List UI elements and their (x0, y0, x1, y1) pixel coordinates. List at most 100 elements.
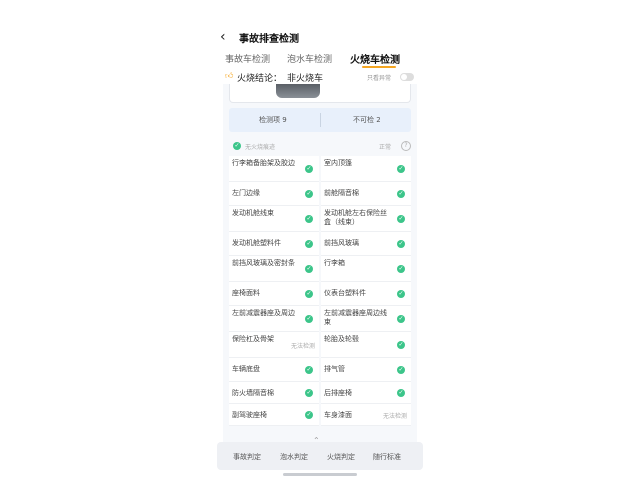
inspection-item[interactable]: 行李箱备胎架及胶边 ✓ (229, 156, 319, 182)
inspection-item[interactable]: 左门边缘 ✓ (229, 182, 319, 206)
verdict-row: 👍︎ 火烧结论： 非火烧车 只看异常 (217, 70, 423, 84)
inspection-item[interactable]: 左前减震器座及周边 ✓ (229, 306, 319, 332)
check-circle-icon: ✓ (305, 365, 313, 374)
status-note: 无法检测 (382, 413, 407, 420)
inspection-item-label: 发动机舱左右保险丝盒（线束） (324, 209, 387, 226)
section-title: 无火烧痕迹 (245, 144, 276, 151)
inspection-item-label: 后排座椅 (324, 389, 352, 397)
inspection-item[interactable]: 室内顶篷 ✓ (321, 156, 411, 182)
inspection-item[interactable]: 行李箱 ✓ (321, 256, 411, 282)
home-indicator (283, 473, 357, 476)
check-circle-icon: ✓ (397, 388, 405, 397)
inspection-item[interactable]: 仪表台塑料件 ✓ (321, 282, 411, 306)
check-circle-icon: ✓ (397, 365, 405, 374)
inspection-item-label: 保险杠及骨架 (232, 335, 274, 343)
summary-divider (320, 113, 321, 127)
inspection-item-label: 前挡风玻璃及密封条 (232, 259, 295, 267)
toggle-knob (401, 74, 407, 80)
summary-bar: 检测项 9 不可检 2 (229, 108, 411, 132)
content-scroll[interactable]: 检测项 9 不可检 2 ✓ 无火烧痕迹 正常 ? 行李箱备胎架及胶边 ✓ 室内顶篷 ✓… (223, 84, 417, 459)
page-title: 事故排查检测 (239, 34, 299, 45)
section-status: 正常 (379, 144, 392, 151)
inspection-item-label: 排气管 (324, 365, 345, 373)
inspection-item[interactable]: 防火墙隔音棉 ✓ (229, 382, 319, 404)
chevron-left-icon[interactable]: ‹ (220, 30, 234, 44)
inspection-item[interactable]: 车身漆面 无法检测 (321, 404, 411, 426)
inspection-item-label: 发动机舱塑料件 (232, 239, 281, 247)
inspection-item-label: 发动机舱线束 (232, 209, 274, 217)
inspection-item[interactable]: 发动机舱塑料件 ✓ (229, 232, 319, 256)
verdict-label: 火烧结论： (237, 74, 283, 84)
inspection-item[interactable]: 发动机舱线束 ✓ (229, 206, 319, 232)
check-circle-icon: ✓ (397, 189, 405, 198)
bottom-tab-accident[interactable]: 事故判定 (233, 452, 261, 462)
abnormal-only-toggle[interactable] (400, 73, 414, 81)
inspection-item[interactable]: 车辆底盘 ✓ (229, 358, 319, 382)
inspection-item-label: 左前减震器座及周边 (232, 309, 295, 317)
inspection-item-label: 车身漆面 (324, 411, 352, 419)
inspection-item-label: 车辆底盘 (232, 365, 260, 373)
inspection-item[interactable]: 前挡风玻璃及密封条 ✓ (229, 256, 319, 282)
tab-accident[interactable]: 事故车检测 (225, 52, 270, 65)
bottom-tab-bar: 事故判定 泡水判定 火烧判定 随行标准 (217, 442, 423, 470)
check-circle-icon: ✓ (305, 314, 313, 323)
inspection-item[interactable]: 前挡风玻璃 ✓ (321, 232, 411, 256)
verdict-value: 非火烧车 (287, 74, 324, 84)
section-header: ✓ 无火烧痕迹 正常 ? (229, 138, 411, 154)
car-photo[interactable] (276, 84, 320, 98)
inspection-item[interactable]: 左前减震器座周边线束 ✓ (321, 306, 411, 332)
inspection-item[interactable]: 座椅面料 ✓ (229, 282, 319, 306)
check-circle-icon: ✓ (305, 189, 313, 198)
inspection-item[interactable]: 发动机舱左右保险丝盒（线束） ✓ (321, 206, 411, 232)
app-screen: ‹ 事故排查检测 事故车检测 泡水车检测 火烧车检测 👍︎ 火烧结论： 非火烧车… (217, 22, 423, 478)
inspection-item-label: 座椅面料 (232, 289, 260, 297)
inspection-item-label: 行李箱备胎架及胶边 (232, 159, 295, 167)
summary-normal[interactable]: 检测项 9 (259, 115, 287, 125)
check-circle-icon: ✓ (305, 388, 313, 397)
toggle-label: 只看异常 (367, 75, 392, 82)
check-circle-icon: ✓ (397, 289, 405, 298)
inspection-item-label: 行李箱 (324, 259, 345, 267)
help-icon[interactable]: ? (401, 141, 411, 151)
summary-abnormal[interactable]: 不可检 2 (353, 115, 381, 125)
inspection-item-label: 副驾驶座椅 (232, 411, 267, 419)
check-circle-icon: ✓ (305, 264, 313, 273)
check-circle-icon: ✓ (397, 164, 405, 173)
check-circle-icon: ✓ (305, 214, 313, 223)
check-circle-icon: ✓ (305, 239, 313, 248)
tab-flood[interactable]: 泡水车检测 (287, 52, 332, 65)
active-tab-indicator (362, 66, 396, 68)
car-photo-frame (229, 84, 411, 103)
bottom-tab-flood[interactable]: 泡水判定 (280, 452, 308, 462)
inspection-item-label: 前舱隔音棉 (324, 189, 359, 197)
status-note: 无法检测 (290, 343, 315, 350)
inspection-item-label: 左门边缘 (232, 189, 260, 197)
inspection-item[interactable]: 前舱隔音棉 ✓ (321, 182, 411, 206)
check-circle-icon: ✓ (305, 410, 313, 419)
inspection-item-label: 仪表台塑料件 (324, 289, 366, 297)
check-circle-icon: ✓ (233, 142, 241, 150)
inspection-item-label: 室内顶篷 (324, 159, 352, 167)
check-circle-icon: ✓ (397, 214, 405, 223)
check-circle-icon: ✓ (305, 164, 313, 173)
inspection-item-label: 左前减震器座周边线束 (324, 309, 387, 326)
inspection-item-label: 轮胎及轮毂 (324, 335, 359, 343)
bottom-tab-standard[interactable]: 随行标准 (373, 452, 401, 462)
check-circle-icon: ✓ (397, 340, 405, 349)
thumbs-up-icon: 👍︎ (225, 71, 234, 80)
check-circle-icon: ✓ (305, 289, 313, 298)
check-circle-icon: ✓ (397, 314, 405, 323)
inspection-item-label: 防火墙隔音棉 (232, 389, 274, 397)
inspection-item[interactable]: 保险杠及骨架无法检测 (229, 332, 319, 358)
inspection-item-label: 前挡风玻璃 (324, 239, 359, 247)
tab-fire[interactable]: 火烧车检测 (350, 51, 400, 66)
bottom-tab-fire[interactable]: 火烧判定 (327, 452, 355, 462)
inspection-item[interactable]: 排气管 ✓ (321, 358, 411, 382)
nav-bar: ‹ 事故排查检测 (217, 28, 423, 48)
inspection-item[interactable]: 副驾驶座椅 ✓ (229, 404, 319, 426)
tab-bar: 事故车检测 泡水车检测 火烧车检测 (217, 50, 423, 68)
inspection-item[interactable]: 轮胎及轮毂 ✓ (321, 332, 411, 358)
check-circle-icon: ✓ (397, 264, 405, 273)
inspection-item[interactable]: 后排座椅 ✓ (321, 382, 411, 404)
check-circle-icon: ✓ (397, 239, 405, 248)
